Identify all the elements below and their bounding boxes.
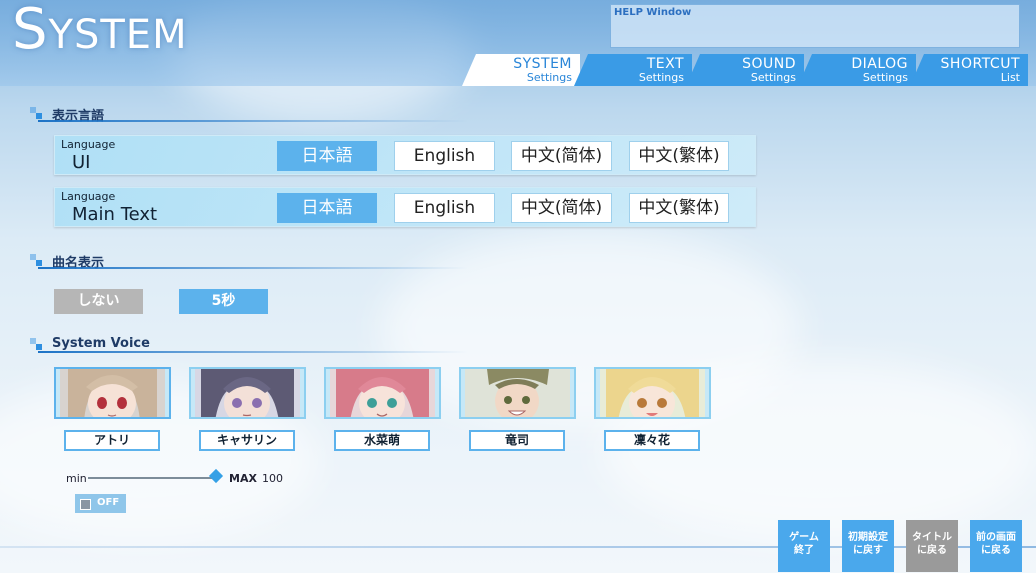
character-portrait-icon bbox=[60, 369, 165, 417]
button-line1: タイトル bbox=[912, 532, 952, 543]
button-line2: に戻る bbox=[917, 545, 947, 556]
volume-min-label: min bbox=[66, 472, 87, 485]
ui-language-option-chinese-traditional[interactable]: 中文(繁体) bbox=[629, 141, 729, 171]
section-bullet-icon bbox=[30, 107, 46, 119]
volume-slider-track[interactable] bbox=[88, 477, 212, 479]
volume-max-label: MAX bbox=[229, 472, 257, 485]
page-title-rest: YSTEM bbox=[48, 12, 188, 58]
page-title: SYSTEM bbox=[12, 2, 188, 59]
help-window: HELP Window bbox=[610, 4, 1020, 48]
song-title-option-none[interactable]: しない bbox=[54, 289, 143, 314]
character-name-minamo[interactable]: 水菜萌 bbox=[334, 430, 430, 451]
section-divider bbox=[38, 120, 468, 122]
voice-card-catherine[interactable] bbox=[189, 367, 306, 419]
tab-sublabel: Settings bbox=[526, 71, 572, 84]
back-button[interactable]: 前の画面 に戻る bbox=[970, 520, 1022, 572]
character-name-ryuji[interactable]: 竜司 bbox=[469, 430, 565, 451]
help-window-label: HELP Window bbox=[614, 7, 692, 18]
character-portrait-icon bbox=[465, 369, 570, 417]
tab-label: DIALOG bbox=[851, 56, 908, 72]
text-language-option-japanese[interactable]: 日本語 bbox=[277, 193, 377, 223]
tab-label: SYSTEM bbox=[513, 56, 572, 72]
language-row-ui: Language UI 日本語 English 中文(简体) 中文(繁体) bbox=[54, 135, 756, 175]
button-line2: に戻る bbox=[981, 545, 1011, 556]
voice-off-label: OFF bbox=[97, 497, 120, 508]
language-row-title: UI bbox=[72, 152, 91, 173]
reset-defaults-button[interactable]: 初期設定 に戻す bbox=[842, 520, 894, 572]
voice-card-minamo[interactable] bbox=[324, 367, 441, 419]
return-to-title-button[interactable]: タイトル に戻る bbox=[906, 520, 958, 572]
language-row-title: Main Text bbox=[72, 204, 158, 225]
character-portrait-icon bbox=[195, 369, 300, 417]
song-title-option-5sec[interactable]: 5秒 bbox=[179, 289, 268, 314]
ui-language-option-chinese-simplified[interactable]: 中文(简体) bbox=[511, 141, 612, 171]
voice-card-ryuji[interactable] bbox=[459, 367, 576, 419]
tab-sublabel: Settings bbox=[750, 71, 796, 84]
character-name-ririka[interactable]: 凜々花 bbox=[604, 430, 700, 451]
tab-sound-settings[interactable]: SOUND Settings bbox=[686, 54, 804, 86]
language-row-small-label: Language bbox=[61, 138, 116, 151]
voice-card-ririka[interactable] bbox=[594, 367, 711, 419]
button-line1: 初期設定 bbox=[848, 532, 888, 543]
volume-value: 100 bbox=[262, 472, 283, 485]
voice-card-atori[interactable] bbox=[54, 367, 171, 419]
tab-dialog-settings[interactable]: DIALOG Settings bbox=[798, 54, 916, 86]
character-name-atori[interactable]: アトリ bbox=[64, 430, 160, 451]
text-language-option-chinese-simplified[interactable]: 中文(简体) bbox=[511, 193, 612, 223]
character-portrait-icon bbox=[330, 369, 435, 417]
character-name-catherine[interactable]: キャサリン bbox=[199, 430, 295, 451]
tab-label: SHORTCUT bbox=[940, 56, 1020, 72]
tab-text-settings[interactable]: TEXT Settings bbox=[574, 54, 692, 86]
button-line2: 終了 bbox=[794, 545, 814, 556]
section-heading-label: System Voice bbox=[52, 336, 150, 351]
tab-sublabel: List bbox=[1000, 71, 1020, 84]
character-portrait-icon bbox=[600, 369, 705, 417]
section-divider bbox=[38, 351, 468, 353]
button-line1: ゲーム bbox=[789, 532, 819, 543]
quit-game-button[interactable]: ゲーム 終了 bbox=[778, 520, 830, 572]
tab-label: SOUND bbox=[742, 56, 796, 72]
button-line1: 前の画面 bbox=[976, 532, 1016, 543]
text-language-option-chinese-traditional[interactable]: 中文(繁体) bbox=[629, 193, 729, 223]
ui-language-option-japanese[interactable]: 日本語 bbox=[277, 141, 377, 171]
section-divider bbox=[38, 267, 468, 269]
tab-sublabel: Settings bbox=[638, 71, 684, 84]
section-bullet-icon bbox=[30, 338, 46, 350]
text-language-option-english[interactable]: English bbox=[394, 193, 495, 223]
section-bullet-icon bbox=[30, 254, 46, 266]
tab-shortcut-list[interactable]: SHORTCUT List bbox=[910, 54, 1028, 86]
tab-sublabel: Settings bbox=[862, 71, 908, 84]
ui-language-option-english[interactable]: English bbox=[394, 141, 495, 171]
checkbox-icon bbox=[80, 499, 91, 510]
tab-system-settings[interactable]: SYSTEM Settings bbox=[462, 54, 580, 86]
language-row-main-text: Language Main Text 日本語 English 中文(简体) 中文… bbox=[54, 187, 756, 227]
language-row-small-label: Language bbox=[61, 190, 116, 203]
tab-label: TEXT bbox=[646, 56, 684, 72]
button-line2: に戻す bbox=[853, 545, 883, 556]
voice-off-toggle[interactable]: OFF bbox=[75, 494, 126, 513]
page-title-initial: S bbox=[12, 0, 49, 62]
